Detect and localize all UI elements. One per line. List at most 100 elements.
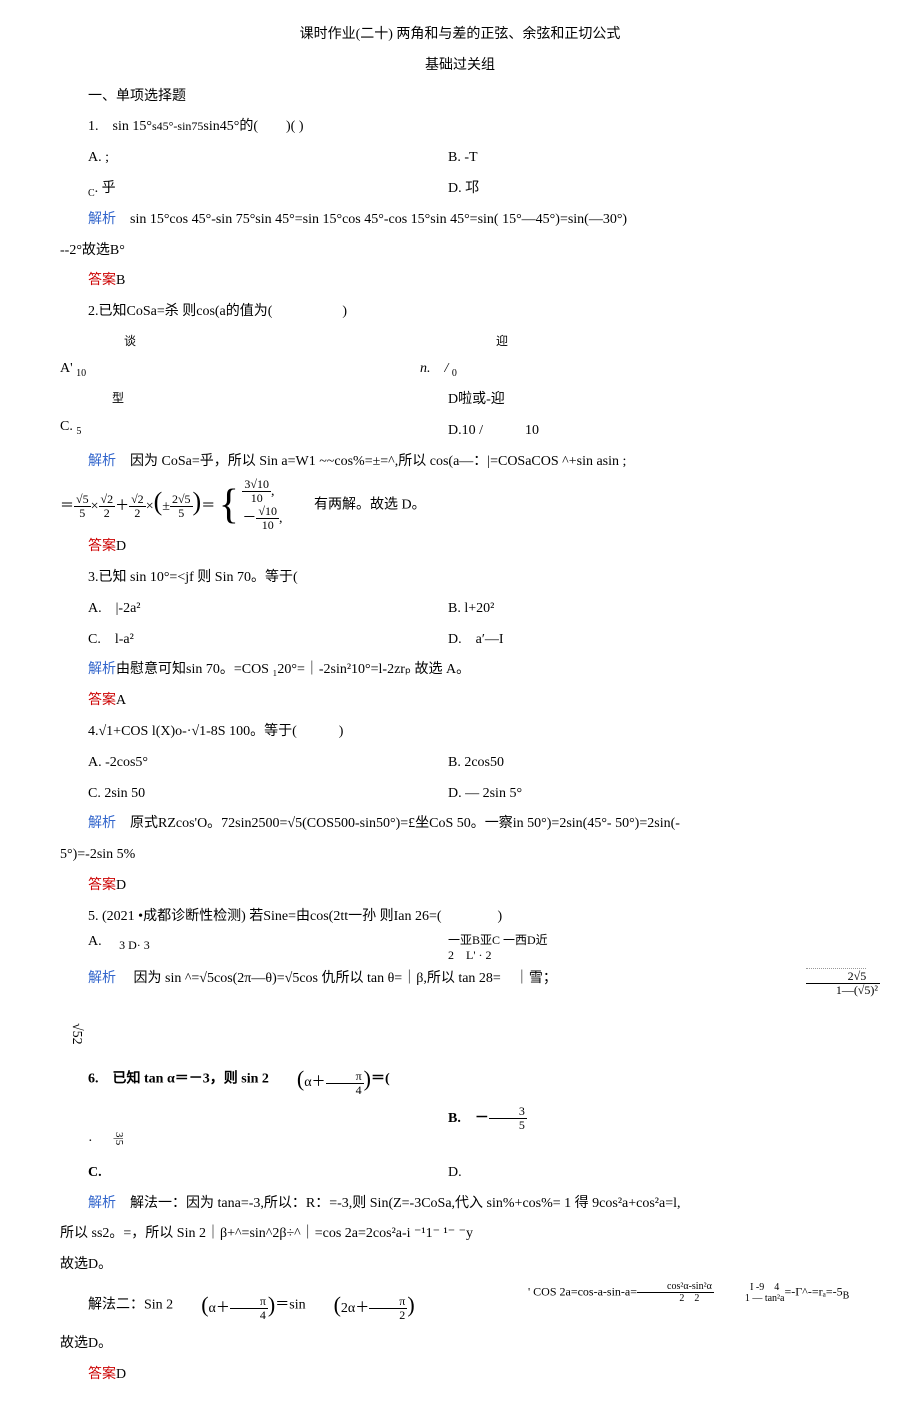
section-heading: 一、单项选择题 <box>60 82 860 113</box>
q2-b-pre: n. / <box>420 361 452 376</box>
q4-analysis-tail: 5°)=-2sin 5% <box>60 840 860 871</box>
q6-stem: 6. 已知 tan α＝－3，则 sin 2(α＋π4)＝( <box>60 1055 860 1103</box>
q4-opts-row1: A. -2cos5° B. 2cos50 <box>60 748 860 779</box>
q6-r2d: 2 2 <box>637 1293 714 1304</box>
analysis-label: 解析 <box>88 971 116 986</box>
q6-opt-a: · 3|5 <box>60 1104 420 1158</box>
q2-answer: 答案D <box>60 532 860 563</box>
q1-opt-d: D. 邛 <box>420 174 860 205</box>
q6-answer-text: D <box>116 1367 126 1382</box>
q3-stem: 3.已知 sin 10°=<jf 则 Sin 70。等于( <box>60 563 860 594</box>
q4-analysis-text: 原式RZcos'O。72sin2500=√5(COS500-sin50°)=£坐… <box>116 816 680 831</box>
q6-a-sym: 3|5 <box>107 1104 131 1145</box>
q1-answer: 答案B <box>60 266 860 297</box>
q3-opts-row1: A. |-2a² B. l+20² <box>60 594 860 625</box>
answer-label: 答案 <box>88 693 116 708</box>
q6-an5: 故选D。 <box>60 1329 860 1360</box>
q6-r1: ' COS 2a=cos-a-sin-a= <box>528 1284 637 1298</box>
q2-d-text: D啦或-迎 <box>420 385 860 416</box>
q5-opt-right: 一亚B亚C 一西D近 2 L' · 2 <box>420 933 860 964</box>
q6-an4-p1: (α＋π4) <box>173 1281 275 1329</box>
q1-stem-pre: 1. sin 15° <box>88 119 152 134</box>
q6-stem-pre: 6. 已知 tan α＝－3，则 sin 2 <box>88 1072 269 1087</box>
q5-b-top: 一亚B亚C 一西D近 <box>420 933 860 949</box>
q3-opt-b: B. l+20² <box>420 594 860 625</box>
q5-a-mid: 3 D· 3 <box>119 937 150 951</box>
q1-stem: 1. sin 15°s45°-sin75sin45°的( )( ) <box>60 112 860 143</box>
q2-tail: 有两解。故选 D。 <box>286 497 426 512</box>
q2-opt-a: 谈 A' 10 <box>60 328 420 385</box>
q5-b-bot: 2 L' · 2 <box>420 948 860 964</box>
q2-c-sub: 5 <box>76 425 81 436</box>
answer-label: 答案 <box>88 1367 116 1382</box>
q1-opts-row2: C. 乎 D. 邛 <box>60 174 860 205</box>
q2-opt-d: D啦或-迎 D.10 / 10 <box>420 385 860 447</box>
q6-opts-row1: · 3|5 B. －35 <box>60 1104 860 1158</box>
q6-c-text: C. <box>88 1165 102 1180</box>
q6-pi-d: 4 <box>326 1084 364 1097</box>
q1-opt-b: B. -T <box>420 143 860 174</box>
q5-tail-sym: √52 <box>60 995 91 1025</box>
q3-analysis: 解析由慰意可知sin 70。=COS ₁20°=｜-2sin²10°=l-2zr… <box>60 655 860 686</box>
q2-d2-text: D.10 / 10 <box>420 416 860 447</box>
q4-answer: 答案D <box>60 871 860 902</box>
eq-brace: { <box>219 484 239 526</box>
q6-opt-c: C. <box>60 1158 420 1189</box>
q4-opt-c: C. 2sin 50 <box>60 779 420 810</box>
q5-opts-row: A. 3 D· 3 一亚B亚C 一西D近 2 L' · 2 <box>60 933 860 964</box>
answer-label: 答案 <box>88 539 116 554</box>
q1-stem-mid: s45°-sin75 <box>152 119 203 133</box>
q3-opts-row2: C. l-a² D. a′—I <box>60 625 860 656</box>
q6-an2: 所以 ss2。=，所以 Sin 2｜β+^=sin^2β÷^｜=cos 2a=2… <box>60 1219 860 1250</box>
q2-b-sub: 0 <box>452 368 457 379</box>
q4-opt-b: B. 2cos50 <box>420 748 860 779</box>
q6-pa: α＋ <box>304 1075 325 1090</box>
q1-answer-text: B <box>116 273 125 288</box>
q6-an4-p2: (2α＋π2) <box>306 1281 415 1329</box>
q6-an3: 故选D。 <box>60 1250 860 1281</box>
q6-an4-left: 解法二：Sin 2(α＋π4)＝sin(2α＋π2) <box>60 1281 500 1329</box>
q5-right-frac: 2√51—(√5)² <box>806 964 880 1000</box>
q6-r3n: 1 — tan²a <box>717 1293 785 1304</box>
q6-opts-row2: C. D. <box>60 1158 860 1189</box>
q2-a-pre: A <box>60 361 70 376</box>
eq-rhs: 3√1010, －√1010, <box>242 478 282 533</box>
q6-answer: 答案D <box>60 1360 860 1391</box>
q5-rfrac-n: 2√5 <box>806 970 880 984</box>
q2-b-top: 迎 <box>468 328 860 354</box>
q6-opt-b: B. －35 <box>420 1104 860 1158</box>
q6-b-d: 5 <box>489 1119 527 1132</box>
q6-an4-pre: 解法二：Sin 2 <box>88 1297 173 1312</box>
q4-opt-a: A. -2cos5° <box>60 748 420 779</box>
q4-stem: 4.√1+COS l(X)o-·√1-8S 100。等于( ) <box>60 717 860 748</box>
answer-label: 答案 <box>88 273 116 288</box>
q6-paren: (α＋π4) <box>269 1055 371 1103</box>
q1-analysis: 解析 sin 15°cos 45°-sin 75°sin 45°=sin 15°… <box>60 205 860 236</box>
q6-r2n: cos²α-sin²α <box>637 1281 714 1293</box>
q6-a-pre: · <box>88 1134 107 1149</box>
q2-opts-row2: 型 C. 5 D啦或-迎 D.10 / 10 <box>60 385 860 447</box>
q2-opt-b: 迎 n. / 0 <box>420 328 860 385</box>
page-title: 课时作业(二十) 两角和与差的正弦、余弦和正切公式 <box>60 20 860 51</box>
q2-c-top: 型 <box>84 385 420 411</box>
q1-stem-post: sin45°的( )( ) <box>203 119 303 134</box>
q3-analysis-text: 由慰意可知sin 70。=COS ₁20°=｜-2sin²10°=l-2zrₚ … <box>116 662 470 677</box>
q2-stem: 2.已知CoSa=杀 则cos(a的值为( ) <box>60 297 860 328</box>
analysis-label: 解析 <box>88 454 116 469</box>
q2-a-top: 谈 <box>96 328 420 354</box>
q1-opts-row1: A. ; B. -T <box>60 143 860 174</box>
q2-analysis-text: 因为 CoSa=乎，所以 Sin a=W1 ~~cos%=±=^,所以 cos(… <box>116 454 626 469</box>
q6-rsub: B <box>843 1291 850 1302</box>
q6-b-n: 3 <box>489 1105 527 1119</box>
analysis-label: 解析 <box>88 1196 116 1211</box>
q6-an4-row: 解法二：Sin 2(α＋π4)＝sin(2α＋π2) ' COS 2a=cos-… <box>60 1281 860 1329</box>
q6-opt-d: D. <box>420 1158 860 1189</box>
q4-answer-text: D <box>116 878 126 893</box>
q5-a-pre: A. <box>88 934 116 949</box>
q5-analysis: 解析 因为 sin ^=√5cos(2π—θ)=√5cos 仇所以 tan θ=… <box>60 964 860 995</box>
q3-opt-c: C. l-a² <box>60 625 420 656</box>
q3-opt-d: D. a′—I <box>420 625 860 656</box>
q2-formula-row: ＝√55×√22＋√22×(±2√55)＝ { 3√1010, －√1010, … <box>60 478 860 533</box>
q1-opt-a: A. ; <box>60 143 420 174</box>
q2-c-pre: C. <box>60 419 76 434</box>
